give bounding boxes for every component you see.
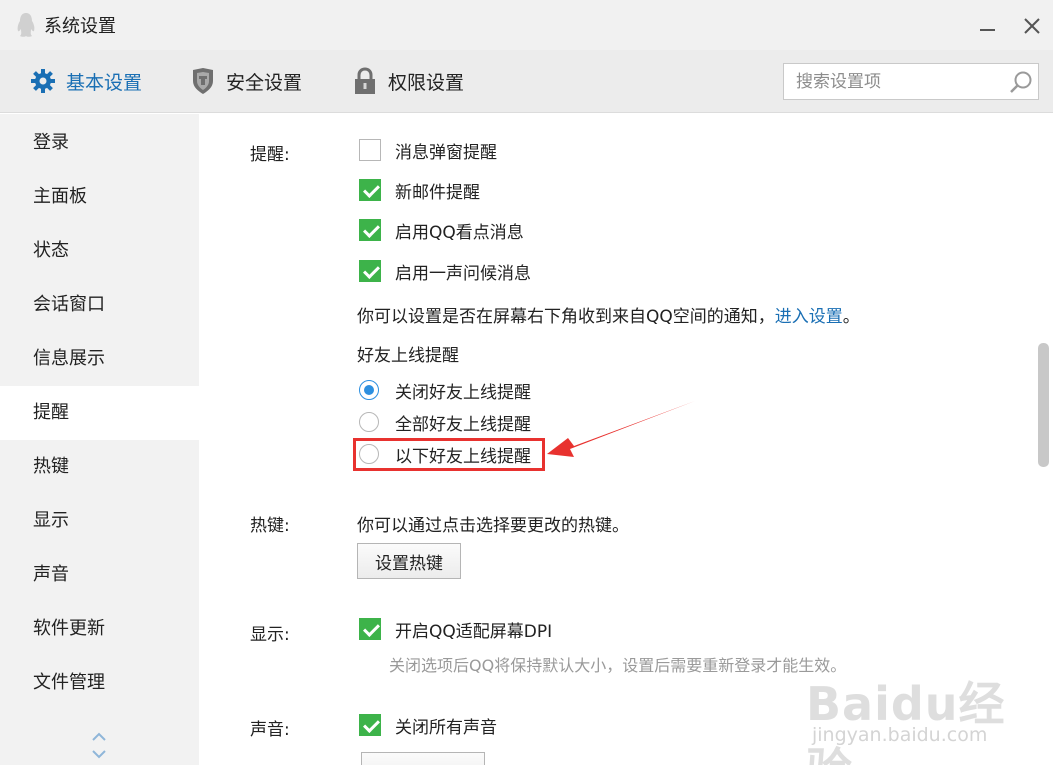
tab-label: 权限设置 bbox=[388, 71, 465, 94]
sidebar-item-login[interactable]: 登录 bbox=[0, 116, 199, 170]
sidebar-item-info-display[interactable]: 信息展示 bbox=[0, 332, 199, 386]
shield-icon bbox=[190, 67, 216, 95]
search-box bbox=[783, 63, 1039, 100]
checkbox-label: 关闭所有声音 bbox=[395, 717, 497, 738]
qzone-notification-note: 你可以设置是否在屏幕右下角收到来自QQ空间的通知，进入设置。 bbox=[357, 302, 860, 327]
close-icon[interactable] bbox=[1018, 12, 1046, 40]
checkbox-dpi-adapt[interactable]: 开启QQ适配屏幕DPI bbox=[359, 616, 552, 642]
sidebar-item-hotkey[interactable]: 热键 bbox=[0, 440, 199, 494]
checkbox-mute-all[interactable]: 关闭所有声音 bbox=[359, 712, 497, 738]
friend-online-title: 好友上线提醒 bbox=[357, 346, 459, 366]
chevron-up-down-icon[interactable] bbox=[88, 727, 110, 763]
settings-window: 系统设置 基本设置 安全设置 权限设置 搜索设置项 登录 主面板 状态 会话窗口… bbox=[0, 0, 1053, 765]
gear-icon bbox=[30, 67, 56, 95]
annotation-highlight-box bbox=[353, 438, 545, 471]
qzone-settings-link[interactable]: 进入设置 bbox=[775, 307, 843, 327]
section-label-sound: 声音: bbox=[250, 720, 290, 740]
scrollbar-thumb[interactable] bbox=[1038, 343, 1049, 467]
title-bar: 系统设置 bbox=[0, 0, 1053, 50]
sidebar-item-chat-window[interactable]: 会话窗口 bbox=[0, 278, 199, 332]
settings-content: 提醒: 消息弹窗提醒 新邮件提醒 启用QQ看点消息 启用一声问候消息 你可以设置… bbox=[199, 114, 1039, 765]
checkbox-greeting-message[interactable]: 启用一声问候消息 bbox=[359, 258, 531, 284]
tab-label: 安全设置 bbox=[226, 71, 303, 94]
checkbox[interactable] bbox=[359, 179, 381, 201]
checkbox-new-mail-reminder[interactable]: 新邮件提醒 bbox=[359, 177, 480, 203]
checkbox[interactable] bbox=[359, 219, 381, 241]
sidebar-item-software-update[interactable]: 软件更新 bbox=[0, 602, 199, 656]
window-title: 系统设置 bbox=[44, 16, 116, 37]
sidebar-item-main-panel[interactable]: 主面板 bbox=[0, 170, 199, 224]
radio-label: 全部好友上线提醒 bbox=[395, 414, 531, 435]
qq-penguin-icon bbox=[17, 13, 35, 37]
checkbox-label: 启用一声问候消息 bbox=[395, 263, 531, 284]
sound-settings-button[interactable] bbox=[361, 752, 485, 765]
checkbox-label: 启用QQ看点消息 bbox=[395, 222, 524, 243]
checkbox[interactable] bbox=[359, 714, 381, 736]
tab-security-settings[interactable]: 安全设置 bbox=[190, 64, 302, 98]
lock-icon bbox=[352, 67, 378, 95]
radio-all-friend-online[interactable]: 全部好友上线提醒 bbox=[359, 409, 531, 435]
search-input[interactable] bbox=[784, 64, 1004, 99]
section-label-reminder: 提醒: bbox=[250, 145, 290, 165]
radio-button[interactable] bbox=[359, 380, 379, 400]
section-label-display: 显示: bbox=[250, 625, 290, 645]
sidebar-item-file-management[interactable]: 文件管理 bbox=[0, 656, 199, 710]
tab-label: 基本设置 bbox=[66, 71, 143, 94]
sidebar-item-sound[interactable]: 声音 bbox=[0, 548, 199, 602]
settings-header: 基本设置 安全设置 权限设置 bbox=[0, 50, 1053, 113]
checkbox-qq-kandian[interactable]: 启用QQ看点消息 bbox=[359, 217, 524, 243]
tab-basic-settings[interactable]: 基本设置 bbox=[30, 64, 142, 98]
radio-label: 关闭好友上线提醒 bbox=[395, 382, 531, 403]
qzone-note-end: 。 bbox=[842, 307, 860, 327]
sidebar-item-status[interactable]: 状态 bbox=[0, 224, 199, 278]
section-label-hotkey: 热键: bbox=[250, 516, 290, 536]
checkbox-label: 新邮件提醒 bbox=[395, 182, 480, 203]
hotkey-note: 你可以通过点击选择要更改的热键。 bbox=[357, 516, 629, 536]
search-icon[interactable] bbox=[1008, 70, 1034, 96]
sidebar-item-reminder[interactable]: 提醒 bbox=[0, 386, 199, 440]
display-hint: 关闭选项后QQ将保持默认大小，设置后需要重新登录才能生效。 bbox=[389, 656, 847, 675]
radio-button[interactable] bbox=[359, 412, 379, 432]
qzone-note-text: 你可以设置是否在屏幕右下角收到来自QQ空间的通知， bbox=[357, 307, 775, 327]
radio-close-friend-online[interactable]: 关闭好友上线提醒 bbox=[359, 377, 531, 403]
checkbox-label: 消息弹窗提醒 bbox=[395, 142, 497, 163]
minimize-button[interactable] bbox=[975, 14, 1001, 38]
checkbox[interactable] bbox=[359, 260, 381, 282]
sidebar-item-display[interactable]: 显示 bbox=[0, 494, 199, 548]
checkbox-label: 开启QQ适配屏幕DPI bbox=[395, 621, 553, 642]
set-hotkey-button[interactable]: 设置热键 bbox=[357, 543, 461, 579]
checkbox[interactable] bbox=[359, 618, 381, 640]
checkbox-popup-reminder[interactable]: 消息弹窗提醒 bbox=[359, 137, 497, 163]
sidebar: 登录 主面板 状态 会话窗口 信息展示 提醒 热键 显示 声音 软件更新 文件管… bbox=[0, 114, 199, 765]
checkbox[interactable] bbox=[359, 139, 381, 161]
tab-permission-settings[interactable]: 权限设置 bbox=[352, 64, 464, 98]
